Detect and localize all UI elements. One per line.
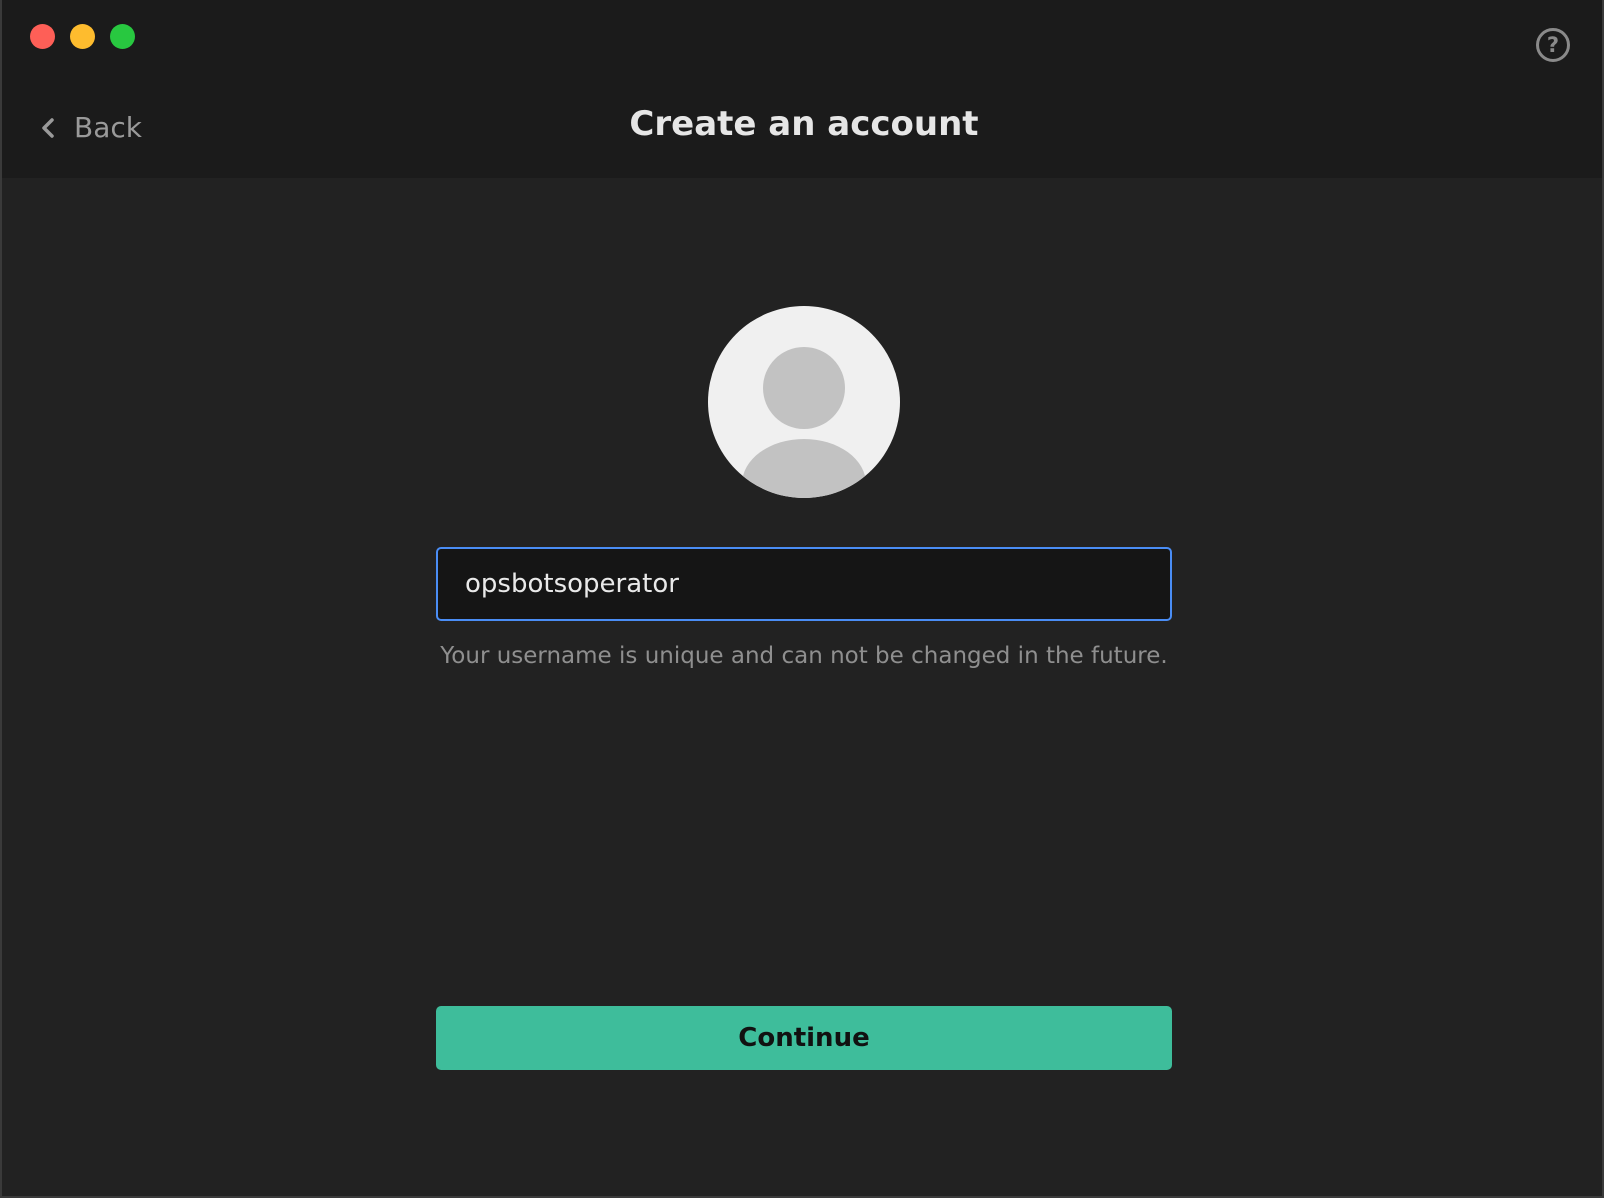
- help-question-icon[interactable]: ?: [1536, 28, 1570, 62]
- window-maximize-button[interactable]: [110, 24, 135, 49]
- title-bar: ? Back Create an account: [2, 0, 1602, 178]
- window-close-button[interactable]: [30, 24, 55, 49]
- username-input[interactable]: [436, 547, 1172, 621]
- user-placeholder-icon: [742, 347, 866, 498]
- avatar[interactable]: [708, 306, 900, 498]
- window-minimize-button[interactable]: [70, 24, 95, 49]
- app-window: ? Back Create an account Your username i…: [0, 0, 1604, 1198]
- continue-button[interactable]: Continue: [436, 1006, 1172, 1070]
- username-helper-text: Your username is unique and can not be c…: [440, 643, 1168, 669]
- page-title: Create an account: [629, 104, 979, 144]
